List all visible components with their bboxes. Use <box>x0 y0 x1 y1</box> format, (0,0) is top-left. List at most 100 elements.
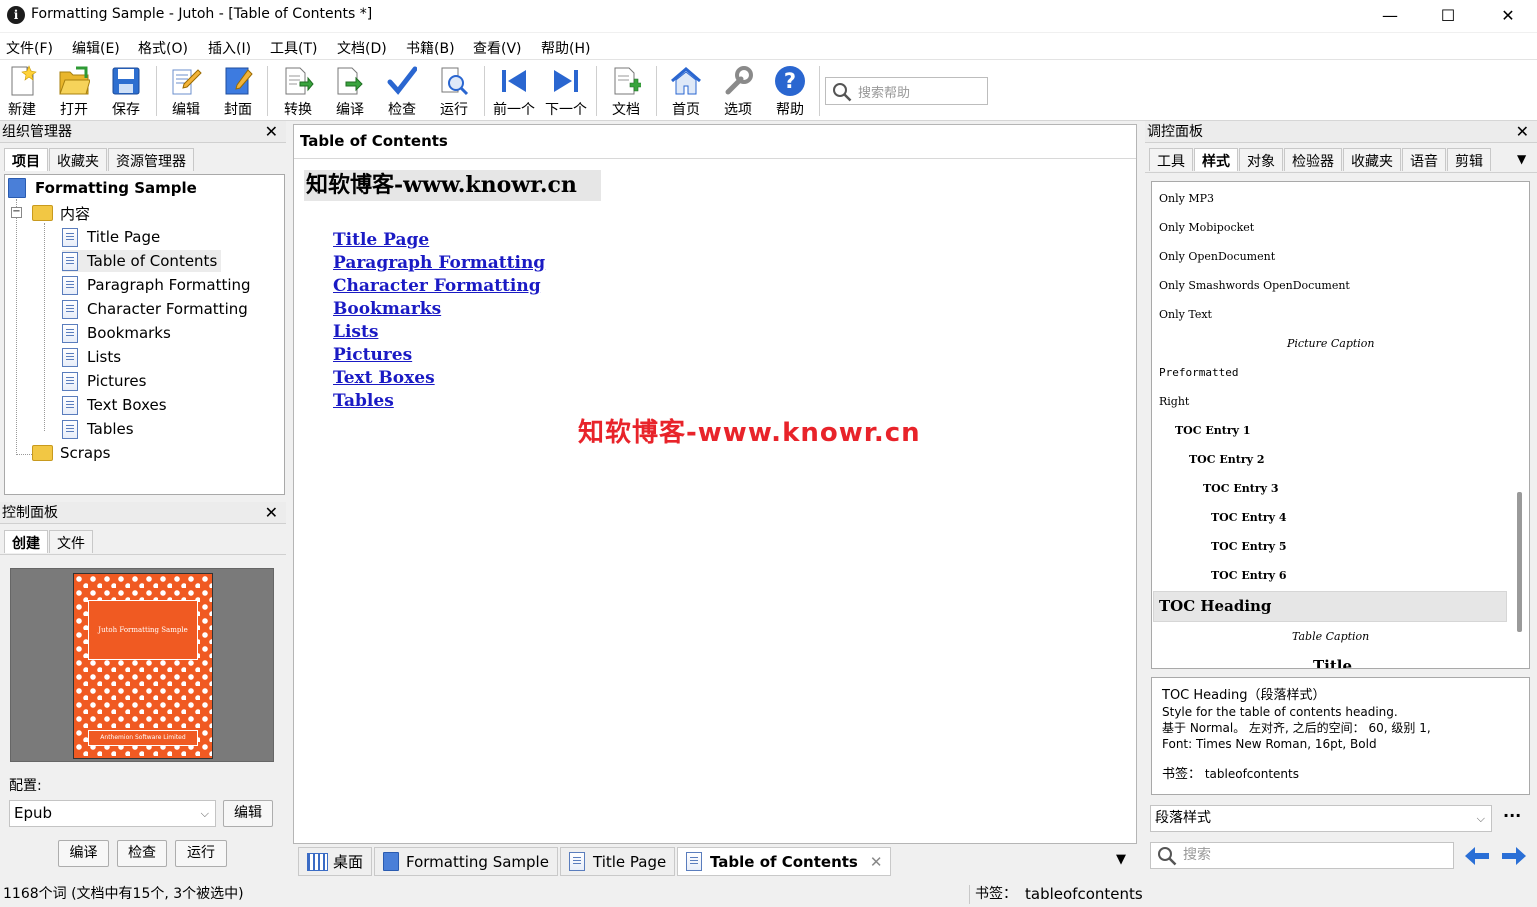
toc-link-tables[interactable]: Tables <box>333 391 394 411</box>
menu-edit[interactable]: 编辑(E) <box>72 38 120 58</box>
tree-folder-content[interactable]: 内容 <box>32 202 90 224</box>
style-item[interactable]: TOC Entry 1 <box>1175 424 1251 437</box>
tree-item-paragraph-formatting[interactable]: Paragraph Formatting <box>62 274 251 296</box>
edit-button[interactable]: 编辑 <box>161 62 211 120</box>
tab-resource-manager[interactable]: 资源管理器 <box>108 148 194 171</box>
style-item[interactable]: TOC Entry 5 <box>1211 540 1287 553</box>
style-item[interactable]: Right <box>1159 395 1189 408</box>
tab-inspector[interactable]: 检验器 <box>1284 148 1342 171</box>
tree-item-table-of-contents[interactable]: Table of Contents <box>62 250 222 272</box>
tab-favorites-inspector[interactable]: 收藏夹 <box>1343 148 1401 171</box>
style-item[interactable]: Title <box>1313 657 1352 668</box>
run-button[interactable]: 运行 <box>429 62 479 120</box>
new-button[interactable]: 新建 <box>0 62 47 120</box>
tree-item-pictures[interactable]: Pictures <box>62 370 146 392</box>
compile-button-panel[interactable]: 编译 <box>58 840 109 867</box>
menu-help[interactable]: 帮助(H) <box>541 38 590 58</box>
menu-insert[interactable]: 插入(I) <box>208 38 251 58</box>
menu-format[interactable]: 格式(O) <box>138 38 188 58</box>
style-item[interactable]: TOC Entry 3 <box>1203 482 1279 495</box>
style-item[interactable]: Only Text <box>1159 308 1212 321</box>
style-item[interactable]: Only Smashwords OpenDocument <box>1159 279 1350 292</box>
tab-objects[interactable]: 对象 <box>1239 148 1283 171</box>
toc-link-title-page[interactable]: Title Page <box>333 230 429 250</box>
arrow-right-icon[interactable] <box>1500 845 1528 867</box>
run-button-panel[interactable]: 运行 <box>175 840 227 867</box>
style-list-scrollbar[interactable] <box>1517 492 1522 632</box>
cover-button[interactable]: 封面 <box>213 62 263 120</box>
menu-book[interactable]: 书籍(B) <box>406 38 455 58</box>
tab-list-dropdown-icon[interactable]: ▼ <box>1116 852 1126 867</box>
tree-project[interactable]: Formatting Sample <box>8 177 197 199</box>
previous-button[interactable]: 前一个 <box>489 62 539 120</box>
style-type-select[interactable]: 段落样式 ⌵ <box>1150 805 1492 832</box>
menu-document[interactable]: 文档(D) <box>337 38 387 58</box>
tab-tools[interactable]: 工具 <box>1149 148 1193 171</box>
document-button[interactable]: 文档 <box>601 62 651 120</box>
arrow-left-icon[interactable] <box>1463 845 1491 867</box>
check-button-panel[interactable]: 检查 <box>117 840 167 867</box>
check-button[interactable]: 检查 <box>377 62 427 120</box>
tree-item-character-formatting[interactable]: Character Formatting <box>62 298 248 320</box>
close-button[interactable]: ✕ <box>1485 2 1531 30</box>
document-editor[interactable]: Table of Contents 知软博客-www.knowr.cn Titl… <box>293 124 1137 844</box>
toc-link-bookmarks[interactable]: Bookmarks <box>333 299 441 319</box>
style-item[interactable]: Only Mobipocket <box>1159 221 1254 234</box>
config-edit-button[interactable]: 编辑 <box>223 800 273 827</box>
doc-tab-table-of-contents[interactable]: Table of Contents ✕ <box>677 847 892 876</box>
tab-favorites[interactable]: 收藏夹 <box>49 148 107 171</box>
organizer-close-icon[interactable]: ✕ <box>265 122 278 142</box>
style-item[interactable]: TOC Entry 2 <box>1189 453 1265 466</box>
compile-button[interactable]: 编译 <box>325 62 375 120</box>
doc-tab-formatting-sample[interactable]: Formatting Sample <box>374 847 558 876</box>
minimize-button[interactable]: — <box>1367 2 1413 30</box>
tab-project[interactable]: 项目 <box>4 148 48 171</box>
tree-item-tables[interactable]: Tables <box>62 418 134 440</box>
menu-file[interactable]: 文件(F) <box>6 38 53 58</box>
help-search-box[interactable]: 搜索帮助 <box>825 77 988 105</box>
options-button[interactable]: 选项 <box>713 62 763 120</box>
tree-item-title-page[interactable]: Title Page <box>62 226 160 248</box>
more-options-icon[interactable]: ··· <box>1503 806 1521 825</box>
menu-view[interactable]: 查看(V) <box>473 38 522 58</box>
help-button[interactable]: ? 帮助 <box>765 62 815 120</box>
toc-link-text-boxes[interactable]: Text Boxes <box>333 368 435 388</box>
menu-tools[interactable]: 工具(T) <box>270 38 317 58</box>
maximize-button[interactable]: ☐ <box>1425 2 1471 30</box>
style-item[interactable]: TOC Entry 6 <box>1211 569 1287 582</box>
tab-create[interactable]: 创建 <box>4 530 48 553</box>
convert-button[interactable]: 转换 <box>273 62 323 120</box>
toc-link-paragraph-formatting[interactable]: Paragraph Formatting <box>333 253 545 273</box>
next-button[interactable]: 下一个 <box>541 62 591 120</box>
save-button[interactable]: 保存 <box>101 62 151 120</box>
style-item[interactable]: Picture Caption <box>1287 337 1375 350</box>
tree-item-lists[interactable]: Lists <box>62 346 121 368</box>
config-select[interactable]: Epub ⌵ <box>9 800 216 827</box>
doc-tab-desktop[interactable]: 桌面 <box>298 847 372 876</box>
tab-speech[interactable]: 语音 <box>1402 148 1446 171</box>
tree-item-bookmarks[interactable]: Bookmarks <box>62 322 171 344</box>
close-tab-icon[interactable]: ✕ <box>870 853 883 871</box>
style-item[interactable]: Preformatted <box>1159 366 1238 379</box>
tab-clips[interactable]: 剪辑 <box>1447 148 1491 171</box>
style-search-input[interactable]: 搜索 <box>1150 842 1454 869</box>
tab-styles[interactable]: 样式 <box>1194 148 1238 171</box>
inspector-tabs-dropdown-icon[interactable]: ▼ <box>1517 152 1526 166</box>
toc-link-character-formatting[interactable]: Character Formatting <box>333 276 541 296</box>
collapse-toggle-icon[interactable]: − <box>11 207 22 218</box>
tree-item-text-boxes[interactable]: Text Boxes <box>62 394 167 416</box>
toc-link-lists[interactable]: Lists <box>333 322 378 342</box>
style-item[interactable]: Only OpenDocument <box>1159 250 1275 263</box>
style-item[interactable]: Only MP3 <box>1159 192 1214 205</box>
tree-folder-scraps[interactable]: Scraps <box>32 442 110 464</box>
tab-files[interactable]: 文件 <box>49 530 93 553</box>
style-item[interactable]: TOC Entry 4 <box>1211 511 1287 524</box>
doc-tab-title-page[interactable]: Title Page <box>560 847 676 876</box>
style-item-selected[interactable]: TOC Heading <box>1159 597 1271 615</box>
style-item[interactable]: Table Caption <box>1292 630 1369 643</box>
inspector-close-icon[interactable]: ✕ <box>1516 122 1529 142</box>
toc-link-pictures[interactable]: Pictures <box>333 345 412 365</box>
home-button[interactable]: 首页 <box>661 62 711 120</box>
open-button[interactable]: 打开 <box>49 62 99 120</box>
control-panel-close-icon[interactable]: ✕ <box>265 503 278 523</box>
